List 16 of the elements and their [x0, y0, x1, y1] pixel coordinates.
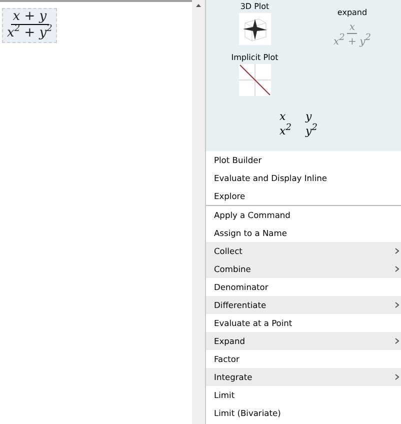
- term[interactable]: x$^{2}$: [280, 122, 292, 138]
- term[interactable]: y$^{2}$: [306, 122, 318, 138]
- menu-item[interactable]: Collect: [206, 242, 401, 260]
- term[interactable]: x: [280, 110, 292, 123]
- menu-item[interactable]: Integrate: [206, 368, 401, 386]
- math-expression: x + y x$^{2}$ + y$^{2}$: [2, 8, 58, 43]
- preview-label: 3D Plot: [240, 2, 270, 11]
- preview-label: expand: [337, 8, 368, 17]
- term[interactable]: y: [306, 110, 318, 123]
- expand-result: x x$^{2}$ + y$^{2}$: [334, 22, 371, 48]
- preview-label: Implicit Plot: [231, 53, 278, 62]
- implicit-plot-thumbnail[interactable]: [238, 64, 271, 96]
- menu-item[interactable]: Combine: [206, 260, 401, 278]
- menu-item[interactable]: Differentiate: [206, 296, 401, 314]
- scroll-up-icon[interactable]: [196, 4, 201, 7]
- menu-item[interactable]: Expand: [206, 332, 401, 350]
